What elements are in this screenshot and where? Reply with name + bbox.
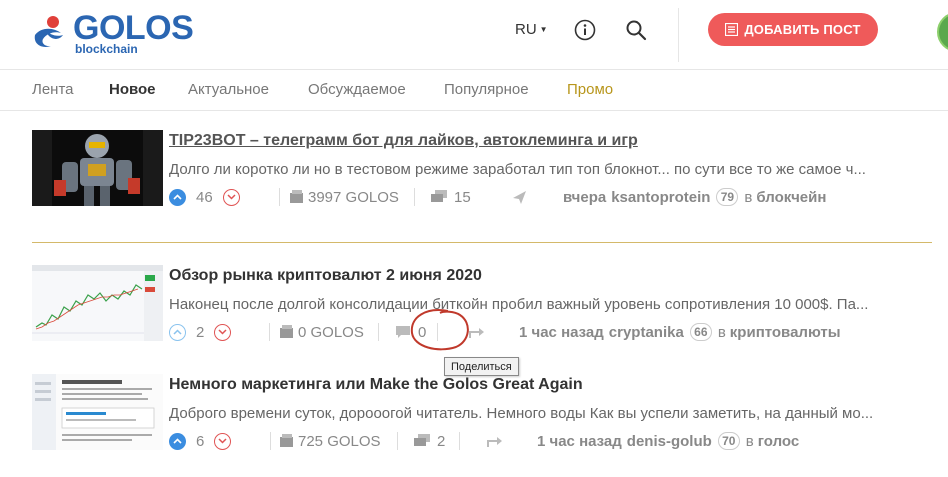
meta-divider [378,323,379,341]
author-reputation: 66 [689,323,712,341]
vote-count[interactable]: 46 [196,189,213,206]
language-selector[interactable]: RU ▼ [515,21,548,38]
tab-new[interactable]: Новое [109,81,156,98]
upvote-button[interactable] [169,323,186,341]
search-icon[interactable] [625,19,647,41]
meta-divider [397,432,398,450]
chart-image [32,265,163,341]
golos-logo[interactable]: GOLOS blockchain [31,9,201,61]
chevron-up-icon [173,194,182,200]
chevron-up-icon [173,438,182,444]
post-excerpt[interactable]: Долго ли коротко ли но в тестовом режиме… [169,161,929,178]
post-meta: 2 0 GOLOS 0 1 час назад cryptanika 66 в … [169,321,929,343]
post-meta: 46 3997 GOLOS 15 вчера ksantoprotein 79 … [169,186,929,208]
add-post-label: ДОБАВИТЬ ПОСТ [744,22,861,37]
post-excerpt[interactable]: Доброго времени суток, дорооогой читател… [169,405,929,422]
post-time: вчера [563,188,607,206]
info-icon[interactable] [574,19,596,41]
post-thumbnail[interactable] [32,130,163,206]
payout-amount[interactable]: 725 GOLOS [298,433,381,450]
post-time: 1 час назад [537,432,622,450]
add-post-button[interactable]: ДОБАВИТЬ ПОСТ [708,13,878,46]
author-reputation: 70 [717,432,740,450]
wallet-icon [280,325,293,338]
vote-count[interactable]: 2 [196,324,204,341]
tab-popular[interactable]: Популярное [444,81,529,98]
upvote-button[interactable] [169,188,186,206]
vote-count[interactable]: 6 [196,433,204,450]
promo-divider [32,242,932,243]
wallet-icon [280,434,293,447]
tab-feed[interactable]: Лента [32,81,74,98]
chevron-down-icon [218,438,227,444]
post-title[interactable]: Обзор рынка криптовалют 2 июня 2020 [169,267,482,285]
robot-image [32,130,163,206]
comment-count[interactable]: 2 [437,433,445,450]
author-reputation: 79 [716,188,739,206]
in-label: в [744,188,753,206]
language-label: RU [515,21,537,38]
meta-divider [270,432,271,450]
promote-icon[interactable] [511,189,528,206]
top-header: GOLOS blockchain RU ▼ ДОБАВИТЬ ПОСТ [0,0,948,70]
header-divider [678,8,679,62]
downvote-button[interactable] [214,432,232,450]
user-avatar[interactable] [937,12,948,52]
in-label: в [717,323,726,341]
payout-amount[interactable]: 3997 GOLOS [308,189,399,206]
meta-divider [279,188,280,206]
downvote-button[interactable] [222,188,240,206]
tab-promo[interactable]: Промо [567,81,613,98]
meta-divider [269,323,270,341]
post-thumbnail[interactable] [32,265,163,341]
annotation-circle [410,309,469,351]
comment-count[interactable]: 15 [454,189,471,206]
upvote-button[interactable] [169,432,186,450]
add-post-icon [725,23,739,36]
post-thumbnail[interactable] [32,374,163,450]
chevron-down-icon [218,329,227,335]
document-image [32,374,163,450]
wallet-icon [290,190,303,203]
post-title[interactable]: TIP23BOT – телеграмм бот для лайков, авт… [169,132,638,150]
post-card: Обзор рынка криптовалют 2 июня 2020 Нако… [32,265,932,355]
caret-down-icon: ▼ [539,25,548,34]
payout-amount[interactable]: 0 GOLOS [298,324,364,341]
meta-divider [459,432,460,450]
post-category[interactable]: голос [758,433,799,450]
golos-logo-icon [34,16,63,47]
in-label: в [745,432,754,450]
chevron-down-icon [227,194,236,200]
tab-discussed[interactable]: Обсуждаемое [308,81,406,98]
post-category[interactable]: криптовалюты [730,324,841,341]
post-time: 1 час назад [519,323,604,341]
post-title[interactable]: Немного маркетинга или Make the Golos Gr… [169,376,583,394]
post-meta: 6 725 GOLOS 2 1 час назад denis-golub 70… [169,430,929,452]
downvote-button[interactable] [214,323,232,341]
tab-actual[interactable]: Актуальное [188,81,269,98]
meta-divider [414,188,415,206]
chevron-up-icon [173,329,182,335]
post-category[interactable]: блокчейн [756,189,826,206]
post-author[interactable]: cryptanika [609,324,684,341]
post-card: Немного маркетинга или Make the Golos Gr… [32,374,932,464]
post-card: TIP23BOT – телеграмм бот для лайков, авт… [32,130,932,220]
share-icon[interactable] [487,434,504,448]
comments-icon [414,434,430,446]
comments-icon [431,190,447,202]
post-excerpt[interactable]: Наконец после долгой консолидации биткой… [169,296,929,313]
post-author[interactable]: denis-golub [627,433,712,450]
post-author[interactable]: ksantoprotein [611,189,710,206]
logo-subtitle: blockchain [75,42,138,56]
feed-tabs: Лента Новое Актуальное Обсуждаемое Попул… [0,71,948,111]
